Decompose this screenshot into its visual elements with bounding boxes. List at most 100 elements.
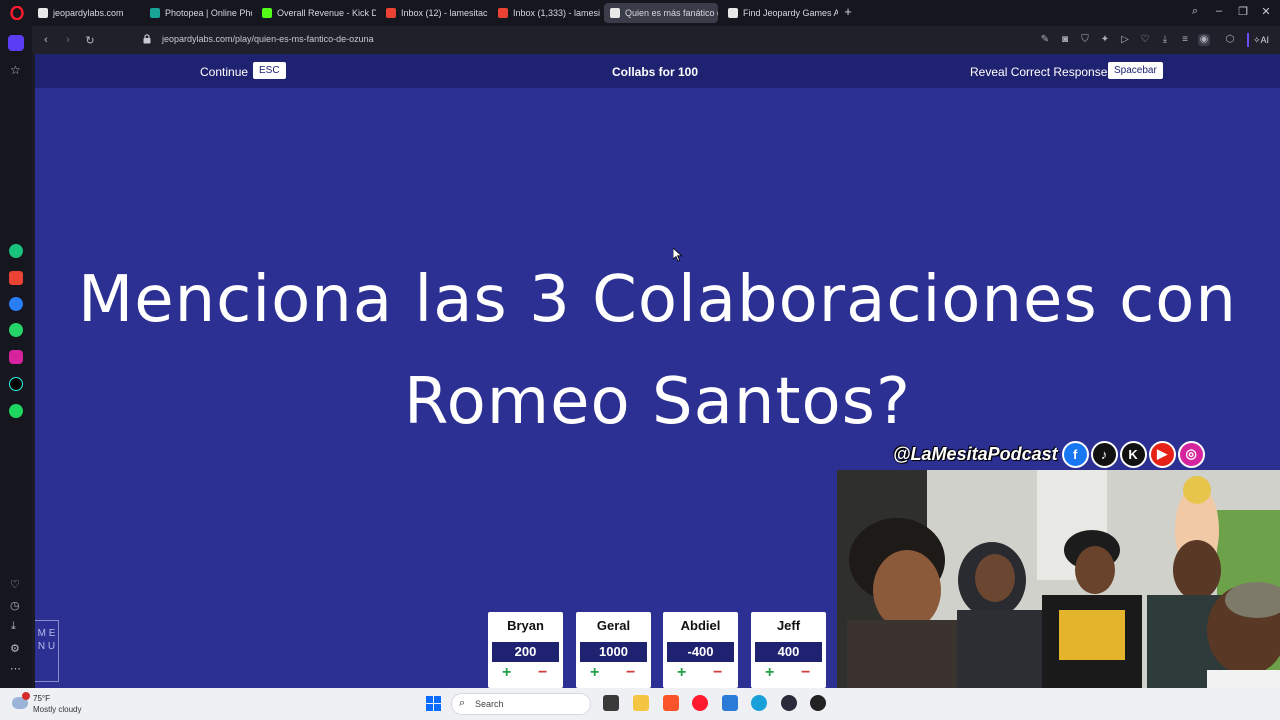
mouse-cursor-icon	[673, 248, 683, 262]
tab-label: Inbox (12) - lamesitaclips@	[401, 8, 488, 18]
browser-tab[interactable]: Quien es más fanático de	[604, 3, 718, 23]
question-text: Menciona las 3 Colaboraciones con Romeo …	[78, 263, 1237, 439]
reveal-response-label[interactable]: Reveal Correct Response	[970, 65, 1107, 79]
file-explorer-icon[interactable]	[633, 695, 649, 711]
add-points-button[interactable]: +	[590, 664, 599, 682]
ai-label: AI	[1260, 35, 1270, 45]
browser-tab-strip: jeopardylabs.com Photopea | Online Photo …	[0, 0, 1280, 26]
reload-icon[interactable]: ↻	[84, 34, 96, 47]
shield-icon[interactable]: ⛉	[1079, 34, 1091, 46]
subtract-points-button[interactable]: −	[538, 664, 547, 682]
opera-browser-icon[interactable]	[692, 695, 708, 711]
maximize-button[interactable]: ❐	[1236, 5, 1250, 18]
tiktok-icon: ♪	[1090, 440, 1118, 468]
bookmarks-star-icon[interactable]: ☆	[10, 63, 21, 77]
search-label: Search	[475, 699, 504, 709]
messenger-icon[interactable]	[9, 297, 23, 311]
browser-tab[interactable]: Inbox (1,333) - lamesitapo	[492, 3, 600, 23]
webcam-video-feed	[837, 470, 1280, 720]
microsoft-store-icon[interactable]	[722, 695, 738, 711]
tiktok-icon[interactable]	[9, 377, 23, 391]
social-handle-overlay: @LaMesitaPodcast f ♪ K ▶ ◎	[893, 440, 1205, 468]
home-icon[interactable]	[8, 35, 24, 51]
browser-tab[interactable]: Overall Revenue - Kick Da	[256, 3, 376, 23]
url-text[interactable]: jeopardylabs.com/play/quien-es-ms-fantic…	[162, 34, 374, 44]
player-score-card: Bryan 200 + −	[488, 612, 563, 688]
download-icon[interactable]: ⤓	[1159, 34, 1171, 46]
browser-tab[interactable]: Photopea | Online Photo E	[144, 3, 252, 23]
instagram-icon: ◎	[1177, 440, 1205, 468]
browser-tab[interactable]: jeopardylabs.com	[32, 3, 140, 23]
edge-browser-icon[interactable]	[751, 695, 767, 711]
whatsapp-icon[interactable]	[9, 323, 23, 337]
browser-tab[interactable]: Inbox (12) - lamesitaclips@	[380, 3, 488, 23]
kick-icon: K	[1119, 440, 1147, 468]
subtract-points-button[interactable]: −	[801, 664, 810, 682]
close-window-button[interactable]: ✕	[1259, 5, 1273, 18]
heart-icon[interactable]: ♡	[10, 578, 20, 591]
gmail-icon[interactable]	[9, 271, 23, 285]
chatgpt-icon[interactable]	[9, 244, 23, 258]
forward-icon[interactable]: ›	[62, 34, 74, 46]
browser-tab[interactable]: Find Jeopardy Games Abo	[722, 3, 838, 23]
notification-badge	[22, 692, 30, 700]
cube-icon[interactable]: ⬡	[1224, 34, 1236, 46]
ai-button[interactable]: ✧AI	[1247, 33, 1273, 47]
task-view-icon[interactable]	[603, 695, 619, 711]
search-icon: ⌕	[459, 697, 466, 709]
question-top-bar: Continue ESC Collabs for 100 Reveal Corr…	[35, 54, 1280, 88]
add-points-button[interactable]: +	[502, 664, 511, 682]
edit-icon[interactable]: ✎	[1039, 34, 1051, 46]
profile-icon[interactable]: ◉	[1198, 34, 1210, 46]
lock-icon	[143, 34, 151, 44]
add-points-button[interactable]: +	[765, 664, 774, 682]
player-score-card: Jeff 400 + −	[751, 612, 826, 688]
weather-temperature[interactable]: 75°F	[33, 694, 50, 703]
play-icon[interactable]: ▷	[1119, 34, 1131, 46]
back-icon[interactable]: ‹	[40, 34, 52, 46]
menu-lines-icon[interactable]: ≡	[1179, 34, 1191, 46]
continue-label[interactable]: Continue	[200, 65, 248, 79]
brave-browser-icon[interactable]	[663, 695, 679, 711]
tab-label: jeopardylabs.com	[53, 8, 124, 18]
subtract-points-button[interactable]: −	[626, 664, 635, 682]
minimize-button[interactable]: –	[1212, 5, 1226, 17]
obs-icon[interactable]	[810, 695, 826, 711]
player-score-card: Abdiel -400 + −	[663, 612, 738, 688]
player-name: Geral	[596, 618, 631, 633]
subtract-points-button[interactable]: −	[713, 664, 722, 682]
tab-favicon-icon	[498, 8, 508, 18]
taskbar-search-input[interactable]: ⌕ Search	[451, 693, 591, 715]
tab-label: Overall Revenue - Kick Da	[277, 8, 376, 18]
windows-start-icon[interactable]	[426, 696, 441, 711]
player-score-card: Geral 1000 + −	[576, 612, 651, 688]
player-name: Abdiel	[680, 618, 721, 633]
continue-key-button[interactable]: ESC	[253, 62, 286, 79]
player-score: 400	[755, 642, 822, 662]
heart-icon[interactable]: ♡	[1139, 34, 1151, 46]
player-name: Bryan	[507, 618, 544, 633]
weather-description[interactable]: Mostly cloudy	[33, 705, 81, 714]
tab-label: Quien es más fanático de	[625, 8, 718, 18]
spotify-icon[interactable]	[9, 404, 23, 418]
history-icon[interactable]: ◷	[10, 599, 20, 612]
menu-button[interactable]: M E N U	[35, 620, 59, 682]
app-icon[interactable]	[781, 695, 797, 711]
settings-gear-icon[interactable]: ⚙	[10, 642, 20, 655]
downloads-icon[interactable]: ⤓	[11, 620, 16, 633]
youtube-icon: ▶	[1148, 440, 1176, 468]
camera-icon[interactable]: ◙	[1059, 34, 1071, 46]
tab-search-icon[interactable]: ⌕	[1188, 5, 1202, 18]
instagram-icon[interactable]	[9, 350, 23, 364]
player-name: Jeff	[776, 618, 801, 633]
player-score: 1000	[580, 642, 647, 662]
new-tab-button[interactable]: +	[842, 5, 854, 18]
ai-sparkle-icon: ✧	[1253, 35, 1261, 45]
reveal-key-button[interactable]: Spacebar	[1108, 62, 1163, 79]
opera-logo-icon[interactable]	[10, 6, 24, 20]
tab-label: Inbox (1,333) - lamesitapo	[513, 8, 600, 18]
more-icon[interactable]: ⋯	[10, 662, 21, 675]
add-points-button[interactable]: +	[677, 664, 686, 682]
address-bar: ‹ › ↻ jeopardylabs.com/play/quien-es-ms-…	[32, 26, 1280, 54]
extensions-icon[interactable]: ✦	[1099, 34, 1111, 46]
